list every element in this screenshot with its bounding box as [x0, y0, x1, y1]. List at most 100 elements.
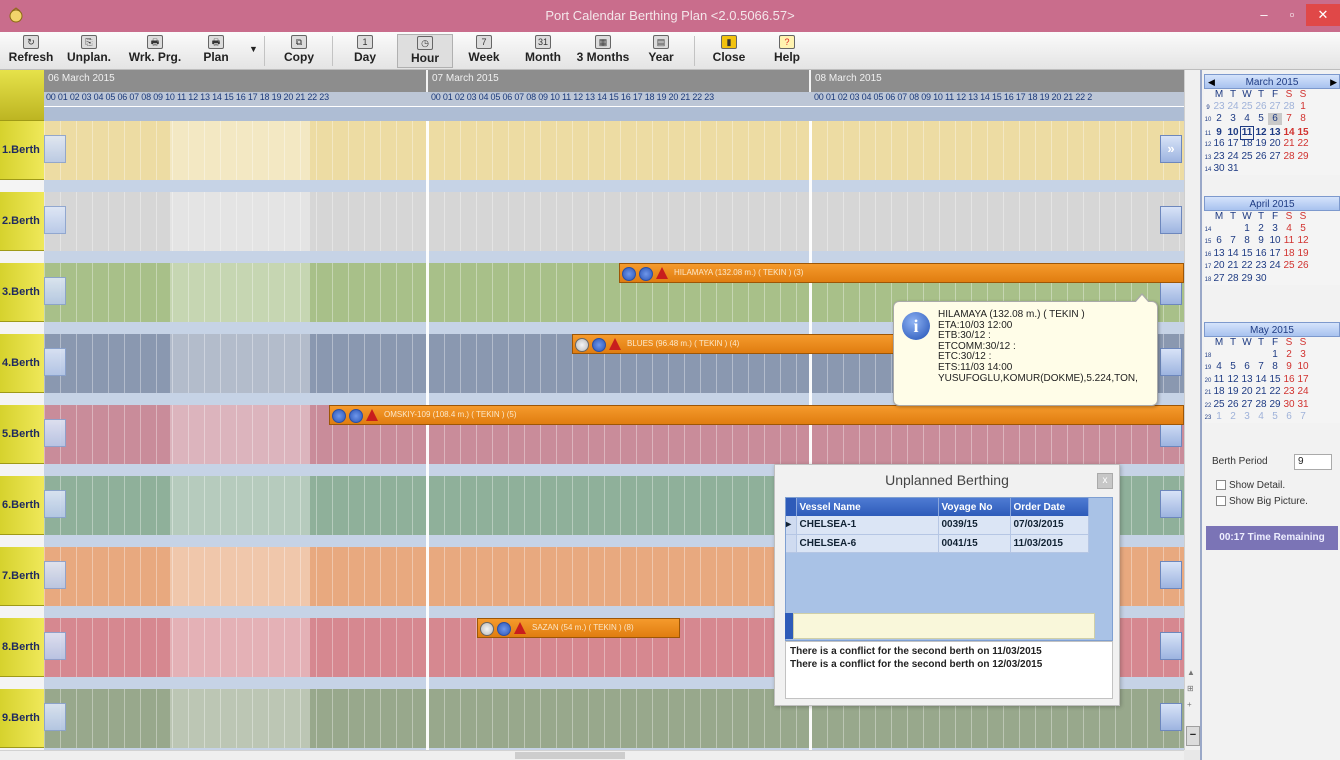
- calendar-day[interactable]: 25: [1282, 260, 1296, 272]
- calendar-day[interactable]: 11: [1282, 235, 1296, 247]
- calendar-day[interactable]: 5: [1226, 361, 1240, 373]
- calendar-day[interactable]: 13: [1240, 374, 1254, 386]
- calendar-day[interactable]: 3: [1296, 349, 1310, 361]
- calendar-day[interactable]: 21: [1254, 386, 1268, 398]
- calendar-day[interactable]: 27: [1212, 273, 1226, 285]
- scroll-right-button[interactable]: »: [1160, 135, 1182, 163]
- plan-button[interactable]: 🖶 Plan: [194, 34, 238, 68]
- unplan-button[interactable]: ⎘ Unplan.: [62, 34, 116, 68]
- row-selector[interactable]: [786, 534, 797, 553]
- scroll-right-button[interactable]: [1160, 561, 1182, 589]
- calendar-day[interactable]: 16: [1254, 248, 1268, 260]
- calendar-day[interactable]: 11: [1212, 374, 1226, 386]
- calendar-day[interactable]: 28: [1282, 151, 1296, 163]
- calendar-day[interactable]: 6: [1268, 113, 1282, 126]
- scroll-right-button[interactable]: [1160, 206, 1182, 234]
- horizontal-scroll-thumb[interactable]: [515, 752, 625, 759]
- vessel-bar-blues[interactable]: BLUES (96.48 m.) ( TEKIN ) (4): [572, 334, 894, 354]
- calendar-day[interactable]: 24: [1268, 260, 1282, 272]
- vessel-name-cell[interactable]: CHELSEA-1: [796, 516, 939, 535]
- scroll-left-button[interactable]: [44, 277, 66, 305]
- calendar-day[interactable]: 10: [1268, 235, 1282, 247]
- scroll-left-button[interactable]: [44, 135, 66, 163]
- calendar-day[interactable]: 20: [1212, 260, 1226, 272]
- calendar-day[interactable]: 7: [1226, 235, 1240, 247]
- calendar-day[interactable]: 7: [1254, 361, 1268, 373]
- calendar-day[interactable]: 14: [1254, 374, 1268, 386]
- calendar-day[interactable]: 9: [1254, 235, 1268, 247]
- scroll-left-button[interactable]: [44, 419, 66, 447]
- vessel-bar-hilamaya[interactable]: HILAMAYA (132.08 m.) ( TEKIN ) (3): [619, 263, 1184, 283]
- row-selector[interactable]: ▸: [786, 516, 797, 535]
- calendar-day[interactable]: 6: [1212, 235, 1226, 247]
- calendar-day[interactable]: 27: [1268, 151, 1282, 163]
- scroll-left-button[interactable]: [44, 206, 66, 234]
- day-cell[interactable]: [811, 192, 1184, 251]
- calendar-day[interactable]: 9: [1282, 361, 1296, 373]
- show-detail-checkbox[interactable]: Show Detail.: [1216, 480, 1285, 491]
- copy-button[interactable]: ⧉ Copy: [276, 34, 322, 68]
- calendar-day[interactable]: 6: [1240, 361, 1254, 373]
- calendar-day[interactable]: 22: [1240, 260, 1254, 272]
- calendar-day[interactable]: 15: [1240, 248, 1254, 260]
- calendar-day[interactable]: 1: [1240, 223, 1254, 235]
- calendar-day[interactable]: 13: [1212, 248, 1226, 260]
- calendar-day[interactable]: 7: [1282, 113, 1296, 125]
- close-window-button[interactable]: ✕: [1306, 4, 1340, 26]
- next-month-icon[interactable]: ▶: [1330, 75, 1337, 90]
- scroll-left-button[interactable]: [44, 561, 66, 589]
- calendar-day[interactable]: 19: [1254, 138, 1268, 150]
- scroll-left-button[interactable]: [44, 632, 66, 660]
- calendar-day[interactable]: 2: [1282, 349, 1296, 361]
- calendar-day[interactable]: 6: [1282, 411, 1296, 423]
- calendar-day[interactable]: 28: [1226, 273, 1240, 285]
- voyage-no-cell[interactable]: 0041/15: [938, 534, 1011, 553]
- calendar-day[interactable]: 29: [1268, 399, 1282, 411]
- calendar-day[interactable]: 17: [1296, 374, 1310, 386]
- close-button[interactable]: ▮ Close: [706, 34, 752, 68]
- calendar-day[interactable]: 25: [1212, 399, 1226, 411]
- day-cell[interactable]: [428, 192, 811, 251]
- checkbox-box[interactable]: [1216, 496, 1226, 507]
- week-view-button[interactable]: 7 Week: [460, 34, 508, 68]
- calendar-day[interactable]: 29: [1296, 151, 1310, 163]
- prev-month-icon[interactable]: ◀: [1208, 75, 1215, 90]
- scroll-right-button[interactable]: [1160, 632, 1182, 660]
- horizontal-scrollbar[interactable]: [0, 750, 1184, 760]
- calendar-day[interactable]: 31: [1296, 399, 1310, 411]
- calendar-day[interactable]: 20: [1268, 138, 1282, 150]
- calendar-day[interactable]: 8: [1268, 361, 1282, 373]
- scroll-right-button[interactable]: [1160, 348, 1182, 376]
- calendar-day[interactable]: 9: [1212, 127, 1226, 139]
- calendar-day[interactable]: 14: [1226, 248, 1240, 260]
- calendar-day[interactable]: 24: [1226, 101, 1240, 113]
- calendar-day[interactable]: 12: [1296, 235, 1310, 247]
- month-view-button[interactable]: 31 Month: [518, 34, 568, 68]
- scroll-left-button[interactable]: [44, 703, 66, 731]
- calendar-day[interactable]: 7: [1296, 411, 1310, 423]
- column-header-vessel-name[interactable]: Vessel Name: [796, 498, 939, 516]
- calendar-day[interactable]: 26: [1296, 260, 1310, 272]
- day-cell[interactable]: [428, 476, 811, 535]
- calendar-day[interactable]: 27: [1268, 101, 1282, 113]
- help-button[interactable]: ? Help: [764, 34, 810, 68]
- calendar-day[interactable]: 28: [1282, 101, 1296, 113]
- calendar-day[interactable]: 8: [1240, 235, 1254, 247]
- voyage-no-cell[interactable]: 0039/15: [938, 516, 1011, 535]
- day-cell[interactable]: [428, 547, 811, 606]
- calendar-day[interactable]: 10: [1226, 127, 1240, 139]
- day-view-button[interactable]: 1 Day: [342, 34, 388, 68]
- berth-row[interactable]: [44, 192, 1184, 251]
- table-row[interactable]: ▸ CHELSEA-1 0039/15 07/03/2015: [786, 516, 1089, 535]
- calendar-day[interactable]: 25: [1240, 151, 1254, 163]
- three-months-view-button[interactable]: ▦ 3 Months: [572, 34, 634, 68]
- table-row[interactable]: CHELSEA-6 0041/15 11/03/2015: [786, 534, 1089, 553]
- calendar-day[interactable]: 2: [1212, 113, 1226, 125]
- scroll-up-icon[interactable]: ▲: [1187, 668, 1195, 677]
- work-program-button[interactable]: 🖶 Wrk. Prg.: [124, 34, 186, 68]
- scroll-right-button[interactable]: [1160, 703, 1182, 731]
- calendar-day[interactable]: 22: [1296, 138, 1310, 150]
- calendar-day[interactable]: 16: [1212, 138, 1226, 150]
- calendar-day[interactable]: 23: [1212, 151, 1226, 163]
- checkbox-box[interactable]: [1216, 480, 1226, 491]
